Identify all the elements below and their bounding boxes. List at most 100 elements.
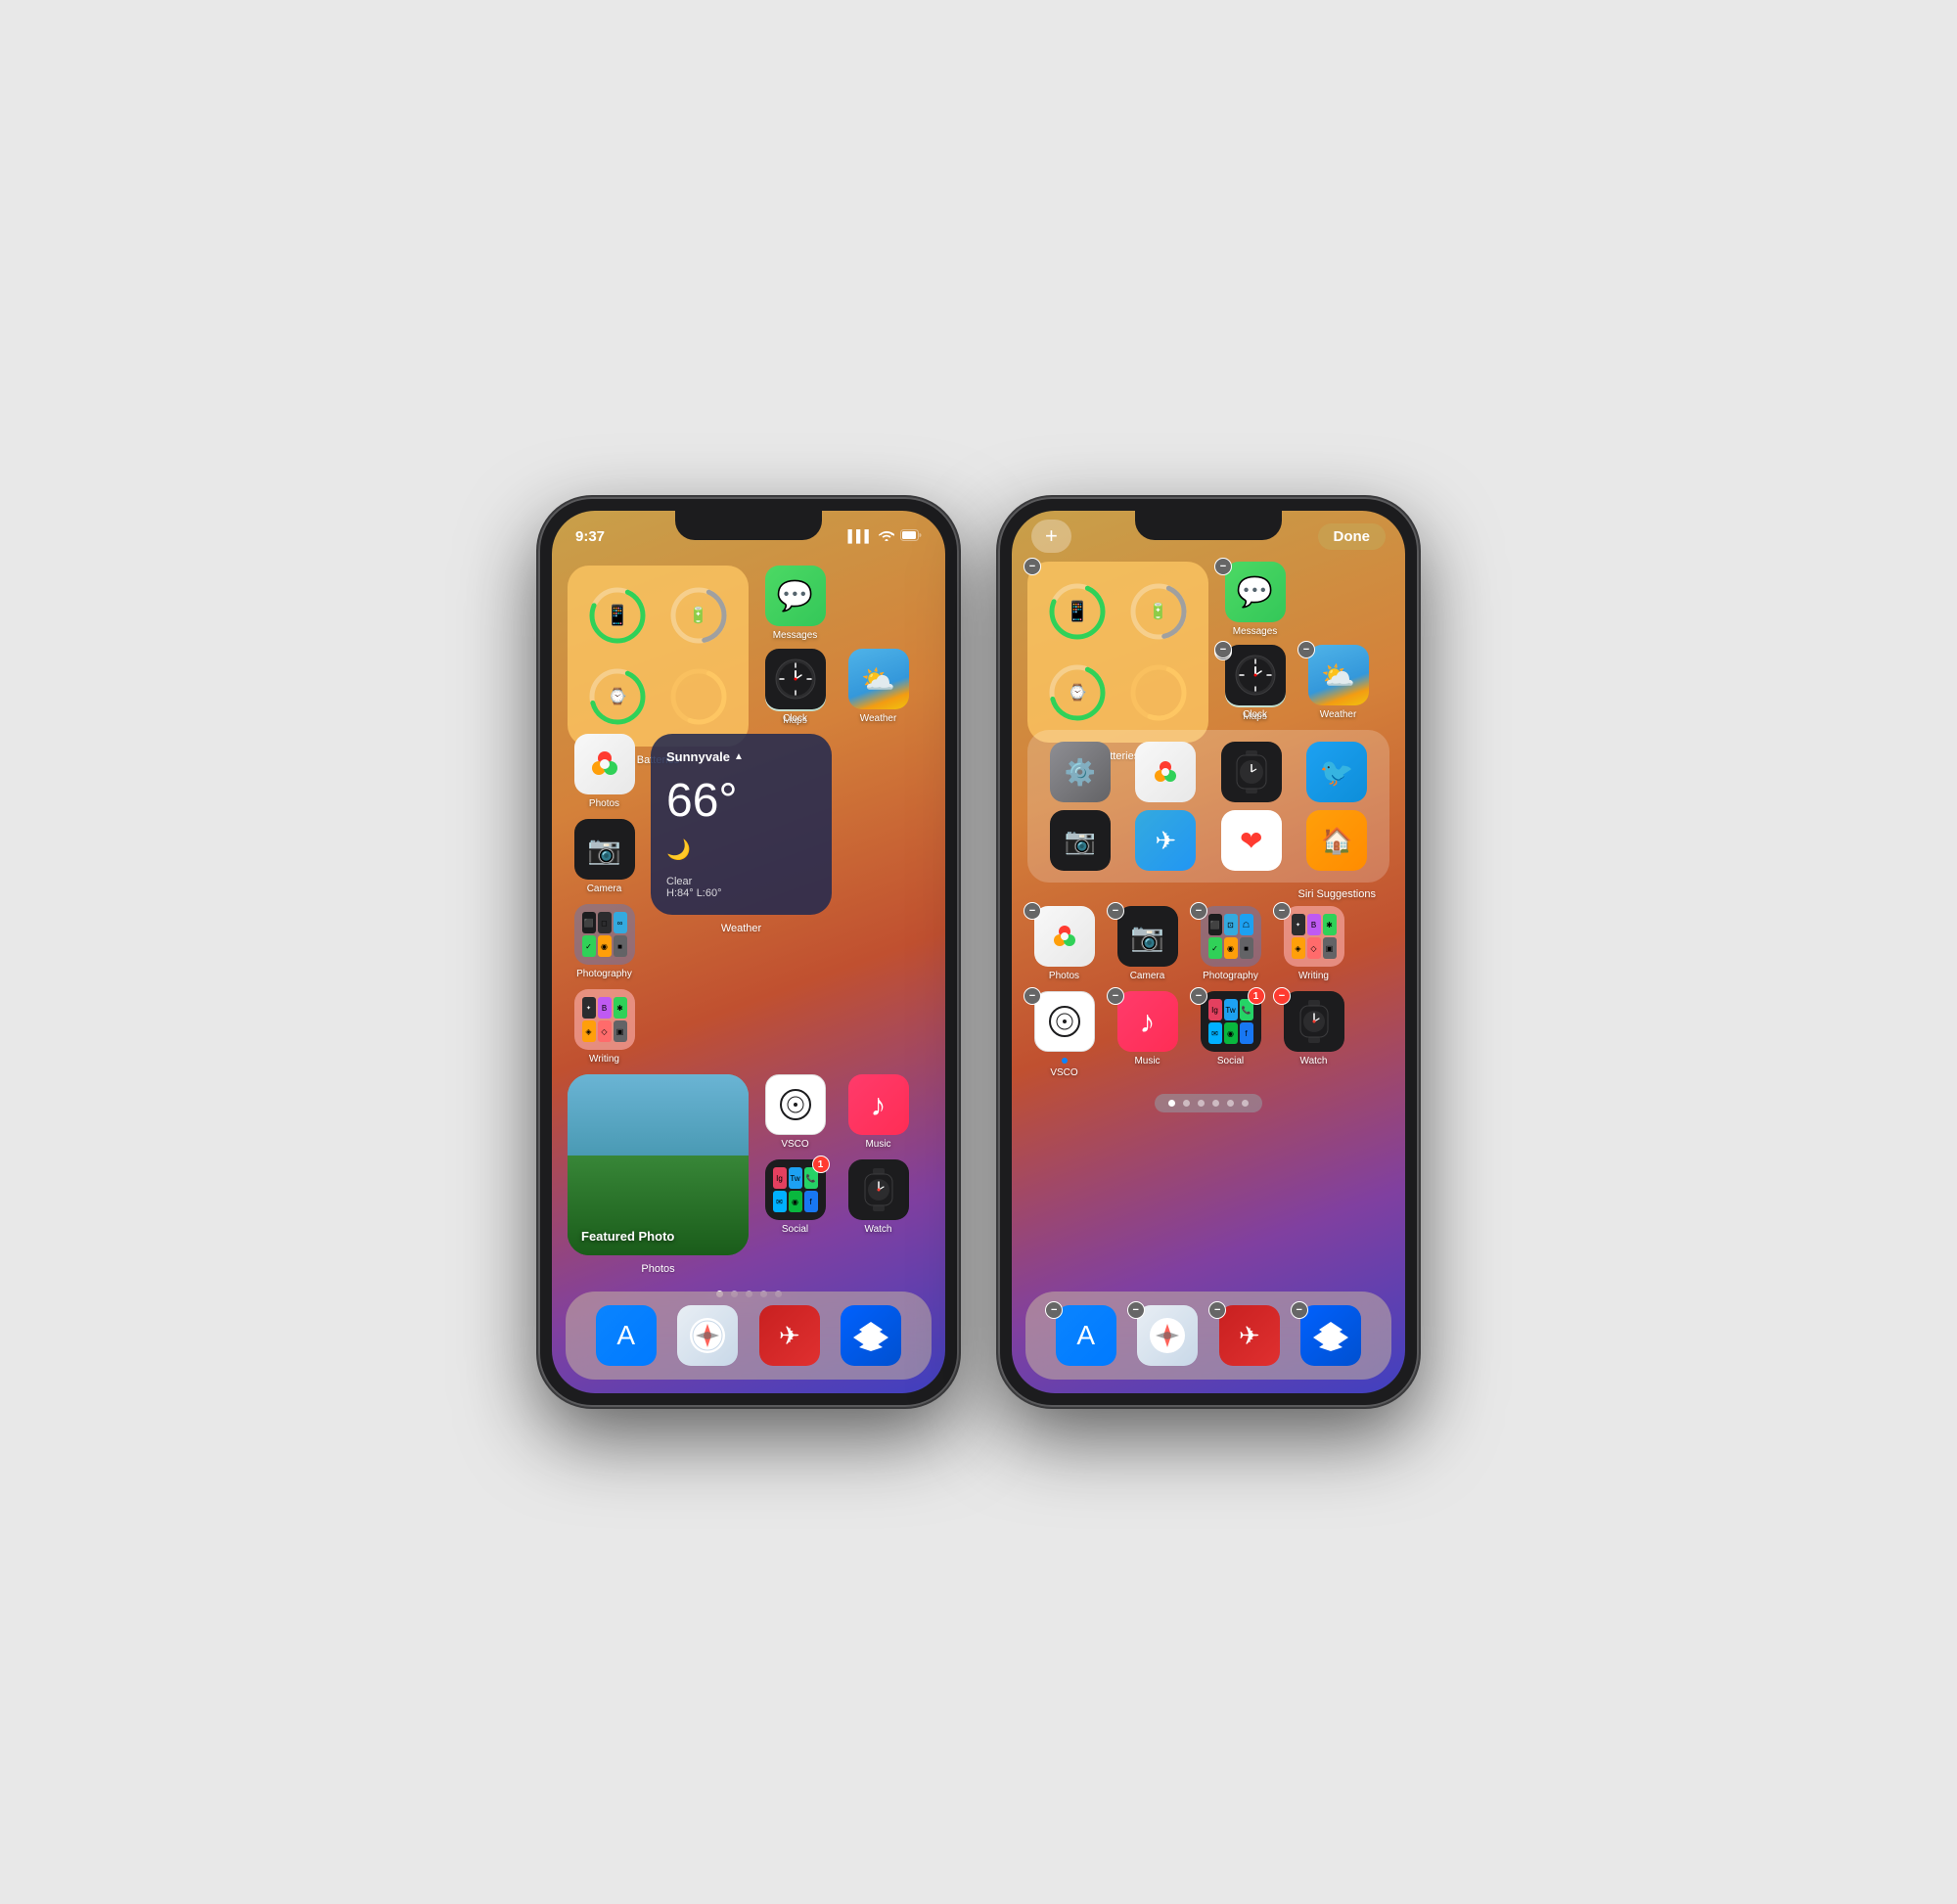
watch-label: Watch bbox=[865, 1224, 892, 1235]
battery-iphone: 📱 bbox=[581, 579, 655, 653]
siri-health-img: ❤ bbox=[1221, 810, 1282, 871]
edit-batteries[interactable]: 📱 🔋 ⌚ bbox=[1027, 562, 1208, 743]
edit2-social[interactable]: − Ig Tw 📞 ✉ ◉ f 1 Social bbox=[1194, 991, 1267, 1078]
camera2-delete[interactable]: − bbox=[1107, 902, 1124, 920]
writing-label: Writing bbox=[589, 1054, 619, 1065]
edit2-photography[interactable]: − ⬛ ⊡ ☖ ✓ ◉ ■ Photography bbox=[1194, 906, 1267, 981]
done-button[interactable]: Done bbox=[1318, 523, 1387, 550]
edit-dot-2 bbox=[1183, 1100, 1190, 1107]
edit2-watch-label: Watch bbox=[1300, 1056, 1328, 1066]
home-content-edit: − 📱 🔋 bbox=[1012, 554, 1405, 1393]
watch-icon[interactable]: Watch bbox=[842, 1159, 915, 1235]
social-folder[interactable]: Ig Tw 📞 ✉ ◉ f 1 bbox=[758, 1159, 832, 1235]
batteries-widget-body[interactable]: 📱 🔋 bbox=[568, 566, 749, 747]
add-button[interactable]: + bbox=[1031, 520, 1071, 553]
battery-empty bbox=[662, 660, 736, 734]
eb-iphone: 📱 bbox=[1041, 575, 1115, 649]
safari-dock[interactable] bbox=[671, 1305, 745, 1366]
vsco-label: VSCO bbox=[781, 1139, 808, 1150]
edit-dot-3 bbox=[1198, 1100, 1205, 1107]
siri-tweetbot[interactable]: 🐦 bbox=[1298, 742, 1377, 802]
photos-icon[interactable]: Photos bbox=[568, 734, 641, 809]
edit-safari-dock[interactable]: − bbox=[1131, 1305, 1205, 1366]
ew2: B bbox=[1307, 914, 1321, 935]
siri-camera[interactable]: 📷 bbox=[1041, 810, 1119, 871]
sf1: Ig bbox=[773, 1167, 787, 1189]
ep3: ☖ bbox=[1240, 914, 1253, 935]
siri-photos[interactable] bbox=[1127, 742, 1206, 802]
es5: ◉ bbox=[1224, 1022, 1238, 1044]
edit2-watch[interactable]: − Watch bbox=[1277, 991, 1350, 1078]
siri-camera-img: 📷 bbox=[1050, 810, 1111, 871]
edit-appstore-dock[interactable]: − A bbox=[1049, 1305, 1122, 1366]
spark-dock-img: ✈ bbox=[759, 1305, 820, 1366]
edit-weather-img: ⛅ bbox=[1308, 645, 1369, 705]
siri-home[interactable]: 🏠 bbox=[1298, 810, 1377, 871]
dropbox-dock[interactable] bbox=[835, 1305, 908, 1366]
clock-icon-img bbox=[765, 649, 826, 709]
weather-widget[interactable]: Sunnyvale ▲ 66° 🌙 Clear H:84° L:60° bbox=[651, 734, 832, 915]
edit2-camera[interactable]: − 📷 Camera bbox=[1111, 906, 1184, 981]
fi3: ∞ bbox=[614, 912, 627, 933]
messages-icon-img: 💬 bbox=[765, 566, 826, 626]
edit2-photos[interactable]: − Photos bbox=[1027, 906, 1101, 981]
edit2-vsco-img bbox=[1034, 991, 1095, 1052]
photography2-delete[interactable]: − bbox=[1190, 902, 1207, 920]
weather-moon: 🌙 bbox=[666, 838, 816, 862]
writing2-delete[interactable]: − bbox=[1273, 902, 1291, 920]
edit2-photography-label: Photography bbox=[1203, 971, 1258, 981]
siri-health[interactable]: ❤ bbox=[1212, 810, 1291, 871]
ep1: ⬛ bbox=[1208, 914, 1222, 935]
home-content-normal: 📱 🔋 bbox=[552, 554, 945, 1393]
battery-watch: ⌚ bbox=[581, 660, 655, 734]
clock-icon[interactable]: Clock bbox=[758, 649, 832, 724]
edit2-photography-img: ⬛ ⊡ ☖ ✓ ◉ ■ bbox=[1201, 906, 1261, 967]
photography-folder[interactable]: ⬛ ◻ ∞ ✓ ◉ ■ Photography bbox=[568, 904, 641, 979]
battery-battery-icon: 🔋 bbox=[689, 606, 708, 625]
social2-badge: 1 bbox=[1248, 987, 1265, 1005]
weather-icon-top[interactable]: ⛅ Weather bbox=[842, 649, 915, 724]
edit2-vsco[interactable]: − VSCO bbox=[1027, 991, 1101, 1078]
eb-battery: 🔋 bbox=[1122, 575, 1196, 649]
clock-delete[interactable]: − bbox=[1214, 641, 1232, 658]
music-icon-img: ♪ bbox=[848, 1074, 909, 1135]
edit-dropbox-dock[interactable]: − bbox=[1295, 1305, 1368, 1366]
safari-dock-delete[interactable]: − bbox=[1127, 1301, 1145, 1319]
edit2-music[interactable]: − ♪ Music bbox=[1111, 991, 1184, 1078]
fi6: ■ bbox=[614, 935, 627, 957]
weather-delete[interactable]: − bbox=[1297, 641, 1315, 658]
social-label: Social bbox=[782, 1224, 808, 1235]
watch2-delete[interactable]: − bbox=[1273, 987, 1291, 1005]
dropbox-dock-delete[interactable]: − bbox=[1291, 1301, 1308, 1319]
edit-weather-top[interactable]: − ⛅ Weather bbox=[1301, 645, 1375, 720]
wf5: ◇ bbox=[598, 1020, 612, 1042]
photos2-delete[interactable]: − bbox=[1024, 902, 1041, 920]
spark-dock[interactable]: ✈ bbox=[752, 1305, 826, 1366]
vsco-icon[interactable]: VSCO bbox=[758, 1074, 832, 1150]
wf6: ▣ bbox=[614, 1020, 627, 1042]
music2-delete[interactable]: − bbox=[1107, 987, 1124, 1005]
messages-delete[interactable]: − bbox=[1214, 558, 1232, 575]
messages-label: Messages bbox=[773, 630, 818, 641]
siri-suggestions-wrap: ⚙️ bbox=[1027, 730, 1389, 883]
edit2-writing[interactable]: − ✦ B ✱ ◈ ◇ ▣ Writing bbox=[1277, 906, 1350, 981]
batteries-delete[interactable]: − bbox=[1024, 558, 1041, 575]
siri-watchface[interactable] bbox=[1212, 742, 1291, 802]
vsco2-delete[interactable]: − bbox=[1024, 987, 1041, 1005]
social2-delete[interactable]: − bbox=[1190, 987, 1207, 1005]
siri-telegram[interactable]: ✈ bbox=[1127, 810, 1206, 871]
safari-dock-img bbox=[677, 1305, 738, 1366]
edit-messages[interactable]: − 💬 Messages bbox=[1218, 562, 1292, 637]
wf1: ✦ bbox=[582, 997, 596, 1019]
appstore-dock[interactable]: A bbox=[589, 1305, 662, 1366]
edit-appstore-img: A bbox=[1056, 1305, 1116, 1366]
siri-settings[interactable]: ⚙️ bbox=[1041, 742, 1119, 802]
music-icon[interactable]: ♪ Music bbox=[842, 1074, 915, 1150]
camera-icon[interactable]: 📷 Camera bbox=[568, 819, 641, 894]
photo-widget[interactable]: Featured Photo bbox=[568, 1074, 749, 1255]
messages-icon[interactable]: 💬 Messages bbox=[758, 566, 832, 641]
writing-folder[interactable]: ✦ B ✱ ◈ ◇ ▣ Writing bbox=[568, 989, 641, 1065]
dropbox-dock-img bbox=[841, 1305, 901, 1366]
social-folder-wrap: Ig Tw 📞 ✉ ◉ f 1 bbox=[765, 1159, 826, 1220]
edit-spark-dock[interactable]: − ✈ bbox=[1212, 1305, 1286, 1366]
